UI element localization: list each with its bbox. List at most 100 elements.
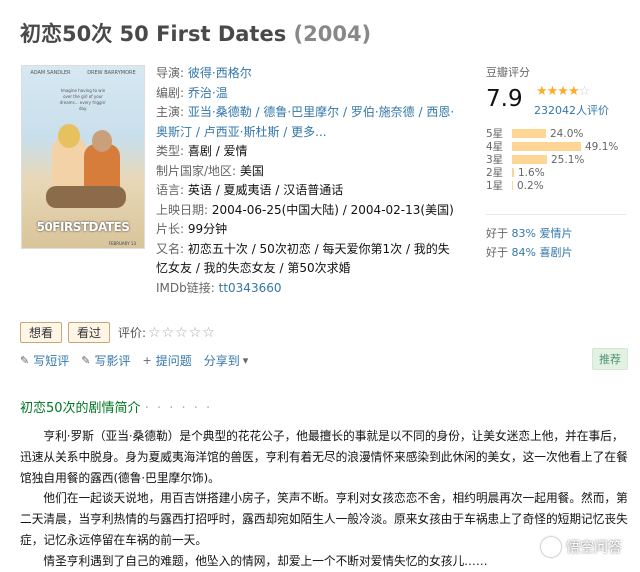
wukong-logo-icon [541,537,561,557]
better-than-romance: 好于 83% 爱情片 [486,224,572,243]
rating-distribution-label: 2星 [486,167,504,179]
watermark-text: 悟空问答 [566,540,622,556]
poster-actor-right: DREW BARRYMORE [87,70,136,76]
info-director: 导演: 彼得·西格尔 [156,64,456,84]
better-than-prefix: 好于 [486,246,508,259]
cast-links[interactable]: 亚当·桑德勒 / 德鲁·巴里摩尔 / 罗伯·施奈德 / 西恩·奥斯汀 / 卢西亚… [156,105,454,139]
watermark: 悟空问答 [541,537,622,557]
rating-count-link[interactable]: 232042人评价 [534,102,609,118]
info-language: 语言: 英语 / 夏威夷语 / 汉语普通话 [156,181,456,201]
info-release: 上映日期: 2004-06-25(中国大陆) / 2004-02-13(美国) [156,201,456,221]
synopsis-paragraph-text: 情圣亨利遇到了自己的难题，他坠入的情网，却爱上一个不断对爱情失忆的女孩儿…… [43,553,488,568]
better-than-prefix: 好于 [486,227,508,240]
movie-year: (2004) [293,22,372,46]
synopsis-heading: 初恋50次的剧情简介 · · · · · · [20,397,212,416]
rating-distribution-percent: 1.6% [518,167,545,179]
poster-title: 50FIRSTDATES [36,220,130,234]
rating-distribution-label: 4星 [486,141,504,153]
info-aka: 又名: 初恋五十次 / 50次初恋 / 每天爱你第1次 / 我的失忆女友 / 我… [156,240,456,279]
pen-icon: ✎ [81,354,91,367]
info-country: 制片国家/地区: 美国 [156,162,456,182]
info-genre: 类型: 喜剧 / 爱情 [156,142,456,162]
want-to-watch-button[interactable]: 想看 [20,322,63,343]
rating-distribution-row: 2星 1.6% [486,167,618,180]
recommend-button[interactable]: 推荐 [592,348,628,370]
poster-figure-woman-head [58,124,80,148]
rating-distribution-bar [512,168,514,177]
rating-panel: 豆瓣评分 7.9 ★★★★☆ 232042人评价 [486,64,636,117]
rating-distribution-label: 1星 [486,180,504,192]
rating-distribution-bar [512,181,513,190]
pencil-icon: ✎ [20,354,30,367]
writer-label: 编剧: [156,85,185,100]
rating-distribution-row: 4星 49.1% [486,141,618,154]
write-review-button[interactable]: ✎ 写影评 [81,352,130,369]
director-link[interactable]: 彼得·西格尔 [188,66,252,80]
imdb-link[interactable]: tt0343660 [219,281,282,295]
rating-distribution-bar [512,155,547,164]
ask-question-label: 提问题 [155,354,192,368]
poster-actors: ADAM SANDLER DREW BARRYMORE [22,70,144,76]
rating-stars-full: ★★★★ [536,84,580,99]
rating-distribution-row: 1星 0.2% [486,180,618,193]
share-button[interactable]: 分享到 ▾ [204,352,253,369]
poster-date: FEBRUARY 13 [108,241,136,246]
review-actions: ✎ 写短评 ✎ 写影评 + 提问题 分享到 ▾ [20,352,264,369]
watched-button[interactable]: 看过 [68,322,111,343]
rating-divider [486,214,626,215]
better-than-romance-link[interactable]: 83% 爱情片 [512,227,573,240]
rating-score: 7.9 [486,86,523,112]
runtime-value: 99分钟 [187,222,228,236]
cast-label: 主演: [156,105,185,119]
rating-distribution-label: 3星 [486,154,504,166]
info-imdb: IMDb链接: tt0343660 [156,279,456,299]
aka-label: 又名: [156,241,185,256]
movie-info: 导演: 彼得·西格尔 编剧: 乔治·温 主演: 亚当·桑德勒 / 德鲁·巴里摩尔… [156,64,456,298]
chevron-down-icon: ▾ [242,354,249,367]
language-value: 英语 / 夏威夷语 / 汉语普通话 [187,183,344,197]
movie-poster[interactable]: ADAM SANDLER DREW BARRYMORE Imagine havi… [21,65,145,249]
genre-value: 喜剧 / 爱情 [187,144,248,158]
write-short-review-label: 写短评 [33,354,70,368]
info-runtime: 片长: 99分钟 [156,220,456,240]
user-actions: 想看 看过 评价: ☆☆☆☆☆ [20,322,216,343]
country-value: 美国 [239,163,264,178]
synopsis-dots: · · · · · · [144,401,213,416]
rate-stars-input[interactable]: ☆☆☆☆☆ [148,325,216,341]
aka-value: 初恋五十次 / 50次初恋 / 每天爱你第1次 / 我的失忆女友 / 我的失恋女… [156,241,450,276]
movie-title: 初恋50次 50 First Dates (2004) [20,18,371,48]
country-label: 制片国家/地区: [156,163,237,178]
rating-distribution-label: 5星 [486,128,504,140]
rating-distribution-row: 3星 25.1% [486,154,618,167]
release-label: 上映日期: [156,202,209,217]
rating-distribution-percent: 24.0% [550,128,584,140]
director-label: 导演: [156,66,185,80]
rating-stars: ★★★★☆ [536,84,591,99]
rating-distribution-percent: 0.2% [517,180,544,192]
rating-distribution: 5星 24.0% 4星 49.1% 3星 25.1% 2星 1.6% 1星 0.2% [486,128,618,193]
poster-tagline: Imagine having to win over the girl of y… [59,88,107,111]
ask-question-button[interactable]: + 提问题 [142,352,191,369]
rating-distribution-percent: 25.1% [551,154,585,166]
rating-label: 豆瓣评分 [486,66,530,79]
writer-link[interactable]: 乔治·温 [188,86,228,100]
info-cast: 主演: 亚当·桑德勒 / 德鲁·巴里摩尔 / 罗伯·施奈德 / 西恩·奥斯汀 /… [156,103,456,142]
rating-distribution-bar [512,142,581,151]
better-than-comedy-link[interactable]: 84% 喜剧片 [512,246,573,259]
rating-distribution-row: 5星 24.0% [486,128,618,141]
plus-icon: + [142,354,152,367]
poster-figure-man-head [92,130,112,152]
write-short-review-button[interactable]: ✎ 写短评 [20,352,69,369]
imdb-label: IMDb链接: [156,280,215,295]
write-review-label: 写影评 [94,354,131,368]
synopsis-paragraph: 亨利·罗斯（亚当·桑德勒）是个典型的花花公子，他最擅长的事就是以不同的身份，让美… [20,429,628,485]
poster-figure-legs [46,186,126,208]
rate-label: 评价: [118,326,147,340]
better-than-comedy: 好于 84% 喜剧片 [486,243,572,262]
runtime-label: 片长: [156,222,185,236]
better-than: 好于 83% 爱情片 好于 84% 喜剧片 [486,224,572,262]
rating-stars-empty: ☆ [578,84,591,99]
genre-label: 类型: [156,144,185,158]
rating-distribution-bar [512,129,546,138]
poster-actor-left: ADAM SANDLER [30,70,71,76]
